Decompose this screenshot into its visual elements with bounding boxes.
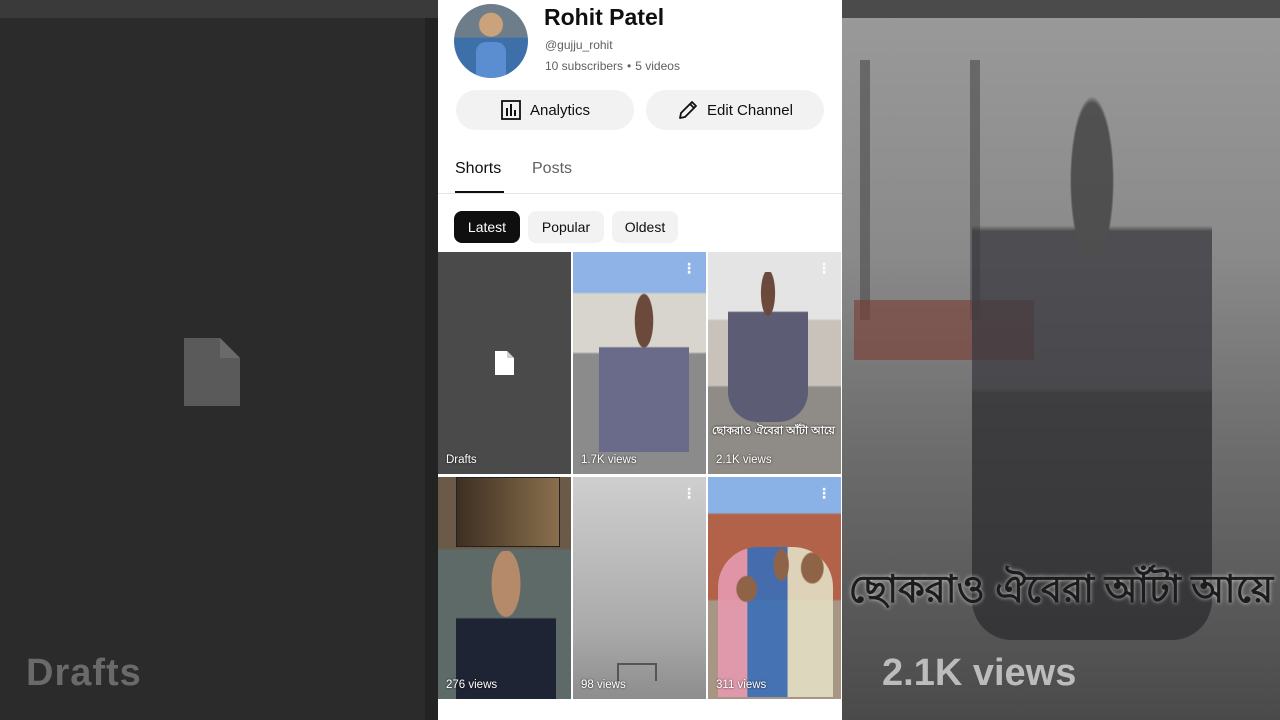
drafts-tile[interactable]: Drafts xyxy=(438,252,571,474)
subscriber-count: 10 subscribers xyxy=(545,59,624,73)
tab-posts[interactable]: Posts xyxy=(532,160,572,178)
background-top-band xyxy=(0,0,438,18)
thumbnail-image xyxy=(456,551,556,699)
short-thumbnail[interactable]: 276 views xyxy=(438,477,571,699)
background-caption: ছোকরাও ঐবেরা আঁটা আয়ে xyxy=(848,569,1274,611)
thumbnail-caption: ছোকরাও ঐবেরা আঁটা আয়ে xyxy=(712,425,835,437)
more-options-icon[interactable]: ⋮ xyxy=(817,260,831,277)
channel-tabs: Shorts Posts xyxy=(438,150,842,194)
channel-panel: Rohit Patel @gujju_rohit 10 subscribers •… xyxy=(438,0,842,720)
video-count: 5 videos xyxy=(635,59,680,73)
thumbnail-image xyxy=(718,547,833,697)
bottom-strip xyxy=(438,700,842,720)
channel-stats: 10 subscribers • 5 videos xyxy=(545,59,680,73)
edit-channel-button[interactable]: Edit Channel xyxy=(646,90,824,130)
tab-shorts[interactable]: Shorts xyxy=(455,160,501,178)
background-railing xyxy=(860,60,980,320)
more-options-icon[interactable]: ⋮ xyxy=(817,485,831,502)
short-view-count: 1.7K views xyxy=(581,454,637,466)
thumbnail-inset-image xyxy=(456,477,560,547)
filter-chip-popular[interactable]: Popular xyxy=(528,211,604,243)
more-options-icon[interactable]: ⋮ xyxy=(682,485,696,502)
avatar-figure xyxy=(476,42,506,78)
thumbnail-image xyxy=(728,272,808,422)
edit-channel-button-label: Edit Channel xyxy=(707,101,793,119)
thumbnail-image xyxy=(599,292,689,452)
channel-avatar[interactable] xyxy=(454,4,528,78)
pencil-icon xyxy=(679,101,697,119)
drafts-label: Drafts xyxy=(446,454,477,466)
analytics-button[interactable]: Analytics xyxy=(456,90,634,130)
background-top-band xyxy=(842,0,1280,18)
analytics-button-label: Analytics xyxy=(529,101,591,119)
background-views-label: 2.1K views xyxy=(882,652,1077,694)
analytics-icon xyxy=(501,100,521,120)
short-thumbnail[interactable]: ⋮ 1.7K views xyxy=(573,252,706,474)
background-person xyxy=(972,80,1212,640)
short-thumbnail[interactable]: ⋮ 98 views xyxy=(573,477,706,699)
background-right: ছোকরাও ঐবেরা আঁটা আয়ে 2.1K views xyxy=(842,0,1280,720)
short-view-count: 2.1K views xyxy=(716,454,772,466)
short-view-count: 276 views xyxy=(446,679,498,691)
filter-chip-oldest[interactable]: Oldest xyxy=(612,211,678,243)
channel-handle: @gujju_rohit xyxy=(545,38,613,52)
short-view-count: 311 views xyxy=(716,679,767,691)
filter-chip-latest[interactable]: Latest xyxy=(454,211,520,243)
draft-document-icon xyxy=(495,351,514,375)
background-drafts-label: Drafts xyxy=(26,652,142,694)
short-thumbnail[interactable]: ছোকরাও ঐবেরা আঁটা আয়ে ⋮ 2.1K views xyxy=(708,252,841,474)
draft-document-icon-large xyxy=(184,338,240,406)
stats-separator: • xyxy=(627,59,632,73)
more-options-icon[interactable]: ⋮ xyxy=(682,260,696,277)
short-thumbnail[interactable]: ⋮ 311 views xyxy=(708,477,841,699)
channel-name: Rohit Patel xyxy=(544,4,665,30)
tabs-divider xyxy=(438,193,842,194)
short-view-count: 98 views xyxy=(581,679,626,691)
background-left: Drafts xyxy=(0,0,438,720)
